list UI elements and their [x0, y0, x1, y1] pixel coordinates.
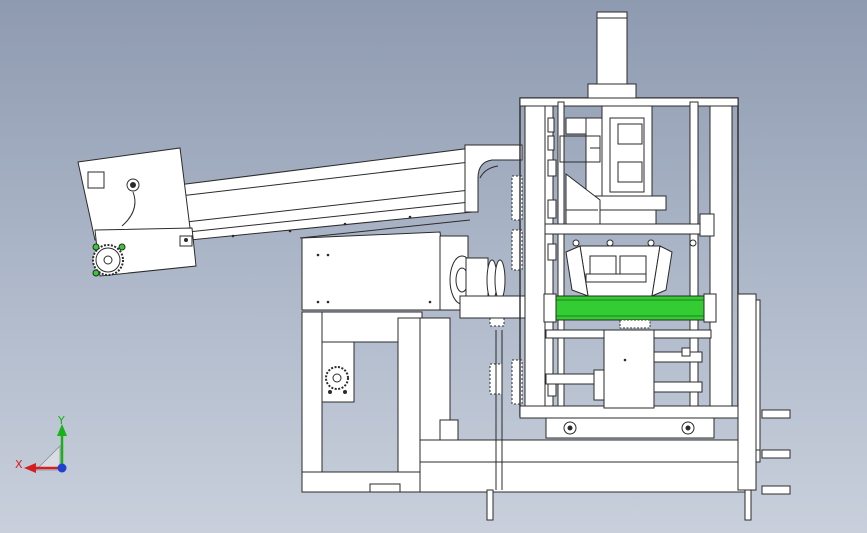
pusher-cylinder — [545, 329, 712, 409]
bolt-head-icon — [408, 215, 412, 219]
bolt-head-icon — [288, 229, 292, 233]
y-axis-label: Y — [57, 414, 65, 427]
right-side-plate — [737, 293, 791, 495]
inclined-conveyor-arm — [177, 147, 473, 241]
bolt-head-icon — [343, 222, 347, 226]
machine-assembly-drawing: Y X — [15, 11, 791, 521]
lift-cylinder — [587, 11, 637, 99]
bottom-rail — [545, 417, 715, 439]
x-axis-label: X — [15, 458, 23, 471]
bolt-head-icon — [231, 234, 235, 238]
gripper-funnel — [565, 245, 673, 297]
cad-viewport[interactable]: Y X — [0, 0, 867, 533]
axis-triad-icon: Y X — [15, 414, 67, 473]
sprocket-icon — [321, 341, 355, 403]
